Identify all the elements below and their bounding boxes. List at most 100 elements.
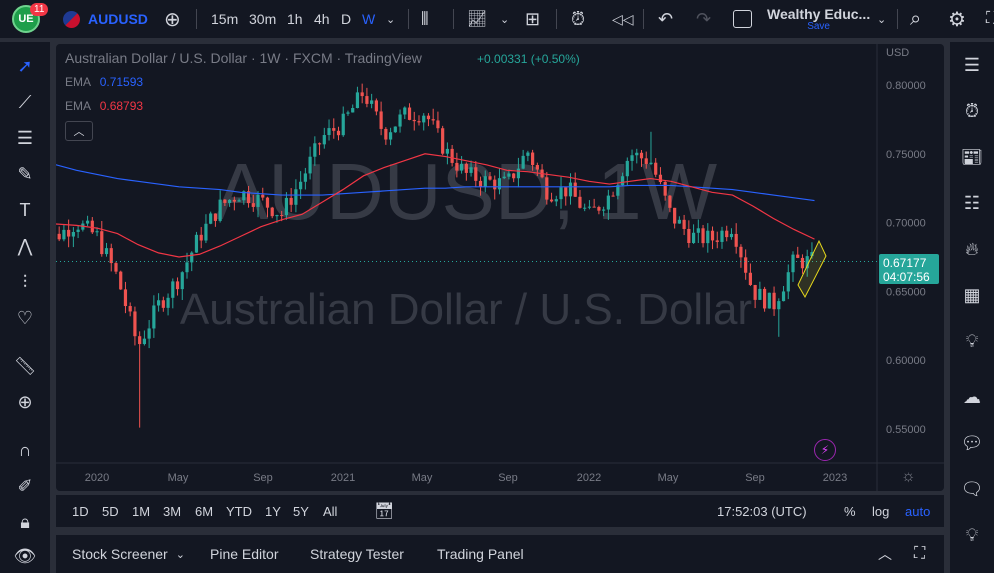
zoom-icon[interactable]: ⊕ bbox=[10, 388, 40, 416]
indicators-icon[interactable]: 📈︎ bbox=[467, 0, 487, 38]
replay-icon[interactable]: ◁◁ bbox=[612, 0, 634, 38]
fullscreen-icon[interactable]: ⛶ bbox=[986, 0, 994, 38]
lock-icon[interactable]: 🔒︎ bbox=[10, 508, 40, 536]
cursor-icon[interactable]: ➚ bbox=[10, 52, 40, 80]
ema-legend-1[interactable]: EMA 0.71593 bbox=[65, 75, 143, 89]
collapse-panel-icon[interactable]: ︿ bbox=[878, 535, 892, 573]
fib-icon[interactable]: ☰ bbox=[10, 124, 40, 152]
help-icon[interactable]: 💡︎ bbox=[957, 520, 987, 550]
stay-drawing-icon[interactable]: ✐ bbox=[10, 472, 40, 500]
fullscreen-square-icon[interactable] bbox=[733, 0, 752, 38]
pattern-icon[interactable]: ⋀ bbox=[10, 232, 40, 260]
candle bbox=[597, 207, 601, 211]
axis-settings-icon[interactable]: ☼ bbox=[901, 468, 916, 486]
layout-name[interactable]: Wealthy Educ... Save bbox=[767, 0, 870, 38]
ema-legend-2[interactable]: EMA 0.68793 bbox=[65, 99, 143, 113]
log-toggle[interactable]: log bbox=[872, 495, 889, 527]
interval-4h[interactable]: 4h bbox=[314, 0, 330, 38]
percent-toggle[interactable]: % bbox=[844, 495, 856, 527]
brush-icon[interactable]: ✎ bbox=[10, 160, 40, 188]
date-range-icon[interactable]: 📅︎ bbox=[374, 495, 394, 527]
interval-15m[interactable]: 15m bbox=[211, 0, 238, 38]
tab-strategy-tester[interactable]: Strategy Tester bbox=[310, 535, 404, 573]
comments-icon[interactable]: 🗨︎ bbox=[957, 474, 987, 504]
chevron-down-icon[interactable]: ⌄ bbox=[386, 0, 395, 38]
candles-icon[interactable]: ⫴ bbox=[421, 0, 429, 38]
symbol-search[interactable]: AUDUSD bbox=[63, 0, 148, 38]
candle bbox=[620, 176, 625, 186]
candle bbox=[204, 223, 208, 241]
tab-pine-editor[interactable]: Pine Editor bbox=[210, 535, 278, 573]
price-tick: 0.75000 bbox=[886, 149, 926, 161]
prediction-icon[interactable]: ⫶ bbox=[10, 268, 40, 296]
search-icon[interactable]: ⌕ bbox=[910, 0, 921, 38]
interval-w[interactable]: W bbox=[362, 0, 375, 38]
chevron-down-icon[interactable]: ⌄ bbox=[877, 0, 886, 38]
heart-icon[interactable]: ♡ bbox=[10, 304, 40, 332]
candle bbox=[464, 163, 468, 173]
undo-icon[interactable]: ↶ bbox=[658, 0, 673, 38]
range-1m[interactable]: 1M bbox=[132, 495, 150, 527]
range-5d[interactable]: 5D bbox=[102, 495, 119, 527]
layouts-icon[interactable]: ⊞ bbox=[525, 0, 540, 38]
clock[interactable]: 17:52:03 (UTC) bbox=[717, 495, 807, 527]
candle bbox=[602, 209, 606, 211]
candle bbox=[228, 199, 232, 203]
alert-icon[interactable]: ⏰︎ bbox=[571, 0, 585, 38]
candle bbox=[294, 189, 298, 205]
candle bbox=[379, 111, 383, 129]
candle bbox=[351, 108, 355, 113]
interval-30m[interactable]: 30m bbox=[249, 0, 276, 38]
chart-area[interactable]: AUDUSD, 1W Australian Dollar / U.S. Doll… bbox=[56, 44, 944, 491]
messages-icon[interactable]: 💬︎ bbox=[957, 428, 987, 458]
range-5y[interactable]: 5Y bbox=[293, 495, 309, 527]
range-ytd[interactable]: YTD bbox=[226, 495, 252, 527]
range-6m[interactable]: 6M bbox=[195, 495, 213, 527]
watchlist-icon[interactable]: ☰ bbox=[957, 50, 987, 80]
range-3m[interactable]: 3M bbox=[163, 495, 181, 527]
alarm-icon[interactable]: ⏰︎ bbox=[957, 96, 987, 126]
calendar-icon[interactable]: ▦ bbox=[957, 280, 987, 310]
tab-trading-panel[interactable]: Trading Panel bbox=[437, 535, 524, 573]
time-tick: Sep bbox=[253, 472, 273, 484]
redo-icon[interactable]: ↷ bbox=[696, 0, 711, 38]
candle bbox=[606, 195, 610, 210]
range-1d[interactable]: 1D bbox=[72, 495, 89, 527]
range-1y[interactable]: 1Y bbox=[265, 495, 281, 527]
candle bbox=[346, 112, 350, 114]
magnet-icon[interactable]: ∩ bbox=[10, 436, 40, 464]
collapse-legend-button[interactable]: ︿ bbox=[65, 121, 93, 141]
text-icon[interactable]: T bbox=[10, 196, 40, 224]
candle bbox=[119, 271, 123, 290]
price-chart[interactable]: AUDUSD, 1W Australian Dollar / U.S. Doll… bbox=[56, 44, 944, 491]
chevron-down-icon[interactable]: ⌄ bbox=[500, 0, 509, 38]
interval-1h[interactable]: 1h bbox=[287, 0, 303, 38]
auto-toggle[interactable]: auto bbox=[905, 495, 930, 527]
save-button[interactable]: Save bbox=[807, 21, 830, 32]
candle bbox=[455, 162, 459, 171]
fire-icon[interactable]: 🔥︎ bbox=[957, 234, 987, 264]
lightning-icon[interactable]: ⚡︎ bbox=[814, 439, 836, 461]
add-list-icon[interactable]: ☷ bbox=[957, 188, 987, 218]
price-tick: 0.60000 bbox=[886, 355, 926, 367]
trend-line-icon[interactable]: ⟋ bbox=[10, 88, 40, 116]
news-icon[interactable]: 📰︎ bbox=[957, 142, 987, 172]
interval-d[interactable]: D bbox=[341, 0, 351, 38]
range-all[interactable]: All bbox=[323, 495, 337, 527]
candle bbox=[365, 96, 369, 104]
gear-icon[interactable]: ⚙ bbox=[948, 0, 966, 38]
currency-selector[interactable]: USD bbox=[886, 47, 909, 59]
ruler-icon[interactable]: 📏︎ bbox=[10, 352, 40, 380]
candle bbox=[744, 257, 748, 273]
chat-icon[interactable]: ☁ bbox=[957, 382, 987, 412]
candle bbox=[336, 130, 341, 136]
candle bbox=[663, 181, 667, 196]
eye-icon[interactable]: 👁︎ bbox=[10, 542, 40, 570]
ideas-icon[interactable]: 💡︎ bbox=[957, 326, 987, 356]
tab-stock-screener[interactable]: Stock Screener ⌄ bbox=[72, 535, 185, 573]
maximize-panel-icon[interactable]: ⛶ bbox=[914, 535, 925, 573]
compare-add-icon[interactable]: ⊕ bbox=[164, 0, 181, 38]
candle bbox=[587, 206, 592, 208]
user-avatar[interactable]: UE 11 bbox=[12, 0, 49, 38]
candle bbox=[658, 174, 663, 182]
